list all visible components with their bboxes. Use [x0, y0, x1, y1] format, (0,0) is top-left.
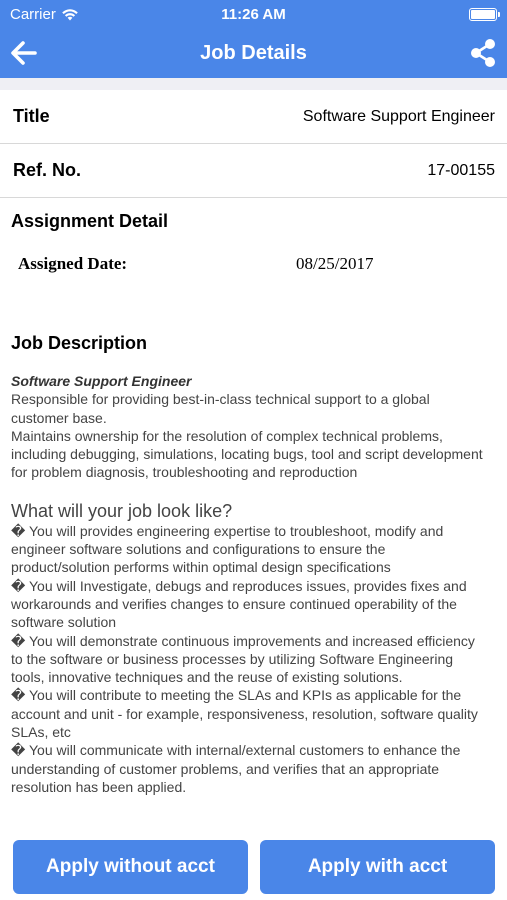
bullet-glyph: �	[11, 742, 26, 759]
job-description-heading: Job Description	[11, 333, 148, 353]
bullet-glyph: �	[11, 522, 26, 539]
status-bar: Carrier 11:26 AM	[0, 0, 507, 28]
description-paragraph: Responsible for providing best-in-class …	[11, 391, 430, 426]
ref-number-value: 17-00155	[427, 161, 495, 179]
responsibility-item: � You will provides engineering expertis…	[11, 522, 444, 576]
page-title: Job Details	[200, 41, 307, 64]
apply-without-account-button[interactable]: Apply without acct	[13, 840, 248, 894]
assignment-detail-heading: Assignment Detail	[11, 211, 169, 231]
bullet-glyph: �	[11, 687, 26, 704]
responsibility-item: � You will demonstrate continuous improv…	[11, 632, 475, 686]
title-label: Title	[13, 106, 50, 126]
ref-number-label: Ref. No.	[13, 160, 82, 180]
assigned-date-row: Assigned Date: 08/25/2017	[0, 254, 507, 274]
responsibility-item: � You will contribute to meeting the SLA…	[11, 687, 478, 741]
apply-actions: Apply without acct Apply with acct	[13, 840, 495, 894]
assigned-date-value: 08/25/2017	[296, 254, 374, 273]
back-arrow-icon[interactable]	[10, 39, 38, 67]
title-value: Software Support Engineer	[302, 107, 495, 125]
carrier-label: Carrier	[10, 5, 56, 23]
title-row: Title Software Support Engineer	[0, 90, 507, 144]
apply-with-account-button[interactable]: Apply with acct	[260, 840, 495, 894]
wifi-icon	[62, 8, 78, 20]
battery-icon	[469, 8, 500, 21]
header-separator	[0, 78, 507, 90]
responsibility-item: � You will communicate with internal/ext…	[11, 742, 461, 795]
job-role-title: Software Support Engineer	[11, 373, 192, 389]
share-icon[interactable]	[469, 38, 497, 68]
nav-bar: Job Details	[0, 28, 507, 78]
ref-number-row: Ref. No. 17-00155	[0, 144, 507, 198]
bullet-glyph: �	[11, 577, 26, 594]
responsibility-item: � You will Investigate, debugs and repro…	[11, 577, 467, 631]
bullet-glyph: �	[11, 632, 26, 649]
assigned-date-label: Assigned Date:	[18, 254, 128, 273]
description-paragraph: Maintains ownership for the resolution o…	[11, 427, 483, 481]
job-description-body: Software Support Engineer Responsible fo…	[0, 372, 507, 796]
job-look-heading: What will your job look like?	[11, 500, 233, 521]
status-left: Carrier	[10, 6, 79, 23]
